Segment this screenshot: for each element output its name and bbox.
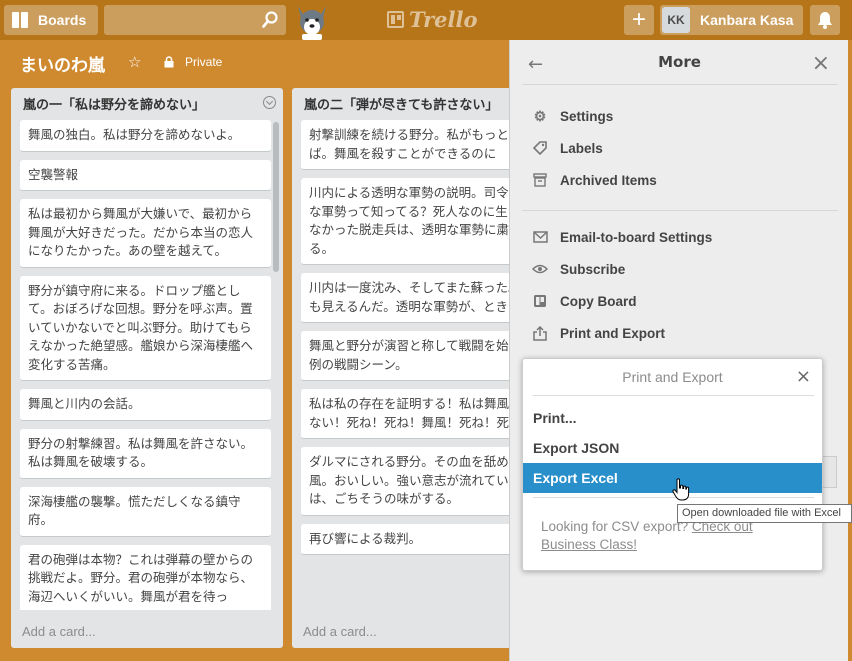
close-icon[interactable]: × <box>812 51 830 76</box>
search-icon[interactable] <box>262 11 278 29</box>
avatar: KK <box>662 7 690 33</box>
board-title[interactable]: まいのわ嵐 <box>20 51 105 76</box>
card-container: 舞風の独白。私は野分を諦めないよ。 空襲警報 私は最初から舞風が大嫌いで、最初か… <box>20 120 271 610</box>
card[interactable]: 深海棲艦の襲撃。慌ただしくなる鎮守府。 <box>20 486 271 537</box>
sidebar-item-label: Settings <box>560 108 614 124</box>
list: 嵐の一「私は野分を諦めない」 舞風の独白。私は野分を諦めないよ。 空襲警報 私は… <box>11 88 283 648</box>
share-icon <box>532 325 548 341</box>
csv-export-note: Looking for CSV export? Check out Busine… <box>541 518 791 554</box>
board-icon <box>532 293 548 309</box>
trello-logo-icon <box>387 11 404 28</box>
list-scrollbar[interactable] <box>273 122 279 272</box>
lock-icon <box>164 56 174 68</box>
search-input[interactable] <box>104 5 286 35</box>
divider <box>522 84 838 85</box>
plus-icon: + <box>631 6 646 33</box>
gear-icon: ⚙ <box>533 107 547 124</box>
add-card-link[interactable]: Add a card... <box>22 624 96 639</box>
add-button[interactable]: + <box>624 5 654 35</box>
boards-icon <box>12 12 28 28</box>
divider <box>533 395 814 396</box>
close-icon[interactable]: × <box>796 366 811 387</box>
add-card-link[interactable]: Add a card... <box>303 624 377 639</box>
boards-label: Boards <box>38 12 87 28</box>
list-title[interactable]: 嵐の一「私は野分を諦めない」 <box>23 94 205 113</box>
card[interactable]: 私は最初から舞風が大嫌いで、最初から舞風が大好きだった。だから本当の恋人になりた… <box>20 199 271 268</box>
user-name: Kanbara Kasa <box>700 12 794 28</box>
label-tag-icon <box>532 140 548 156</box>
list-menu-icon[interactable] <box>263 96 276 109</box>
trello-logo-text: Trello <box>409 7 478 32</box>
sidebar-item-copy-board[interactable]: Copy Board <box>532 293 637 309</box>
sidebar-hidden-control <box>823 456 837 488</box>
user-menu-button[interactable]: KK Kanbara Kasa <box>660 5 803 35</box>
husky-mascot-icon <box>298 6 326 40</box>
archive-icon <box>532 172 548 188</box>
sidebar-item-subscribe[interactable]: Subscribe <box>532 261 625 277</box>
boards-button[interactable]: Boards <box>4 5 98 35</box>
sidebar-item-email-settings[interactable]: Email-to-board Settings <box>532 229 712 245</box>
print-option[interactable]: Print... <box>523 403 822 433</box>
star-icon[interactable]: ☆ <box>128 53 141 71</box>
sidebar-item-settings[interactable]: ⚙ Settings <box>532 107 614 124</box>
tooltip: Open downloaded file with Excel <box>677 504 852 523</box>
notifications-button[interactable] <box>810 5 840 35</box>
hand-cursor-icon <box>672 478 690 501</box>
card[interactable]: 君の砲弾は本物？これは弾幕の壁からの挑戦だよ。野分。君の砲弾が本物なら、海辺へい… <box>20 544 271 610</box>
card[interactable]: 舞風の独白。私は野分を諦めないよ。 <box>20 120 271 152</box>
bell-icon <box>818 12 832 29</box>
sidebar-item-archived[interactable]: Archived Items <box>532 172 657 188</box>
sidebar-item-labels[interactable]: Labels <box>532 140 603 156</box>
envelope-icon <box>532 229 548 245</box>
sidebar-item-print-export[interactable]: Print and Export <box>532 325 665 341</box>
privacy-button[interactable]: Private <box>185 55 222 69</box>
export-json-option[interactable]: Export JSON <box>523 433 822 463</box>
print-export-popover: Print and Export × Print... Export JSON … <box>522 358 823 571</box>
trello-logo[interactable]: Trello <box>387 7 478 32</box>
sidebar-item-label: Archived Items <box>560 172 657 188</box>
divider <box>522 210 838 211</box>
sidebar-item-label: Labels <box>560 140 603 156</box>
eye-icon <box>532 261 548 277</box>
sidebar-item-label: Copy Board <box>560 293 637 309</box>
card[interactable]: 野分の射撃練習。私は舞風を許さない。私は舞風を破壊する。 <box>20 428 271 479</box>
card[interactable]: 野分が鎮守府に来る。ドロップ艦として。おぼろげな回想。野分を呼ぶ声。置いていかな… <box>20 275 271 381</box>
top-bar: Boards Trello + KK Kanbara Kasa <box>0 0 852 40</box>
list-title[interactable]: 嵐の二「弾が尽きても許さない」 <box>304 94 498 113</box>
card[interactable]: 空襲警報 <box>20 159 271 191</box>
sidebar-item-label: Print and Export <box>560 325 666 341</box>
sidebar-title: More <box>658 53 701 71</box>
sidebar-item-label: Email-to-board Settings <box>560 229 713 245</box>
card[interactable]: 舞風と川内の会話。 <box>20 389 271 421</box>
csv-note-text: Looking for CSV export? <box>541 519 692 534</box>
sidebar-item-label: Subscribe <box>560 261 626 277</box>
popover-title: Print and Export <box>622 369 723 385</box>
